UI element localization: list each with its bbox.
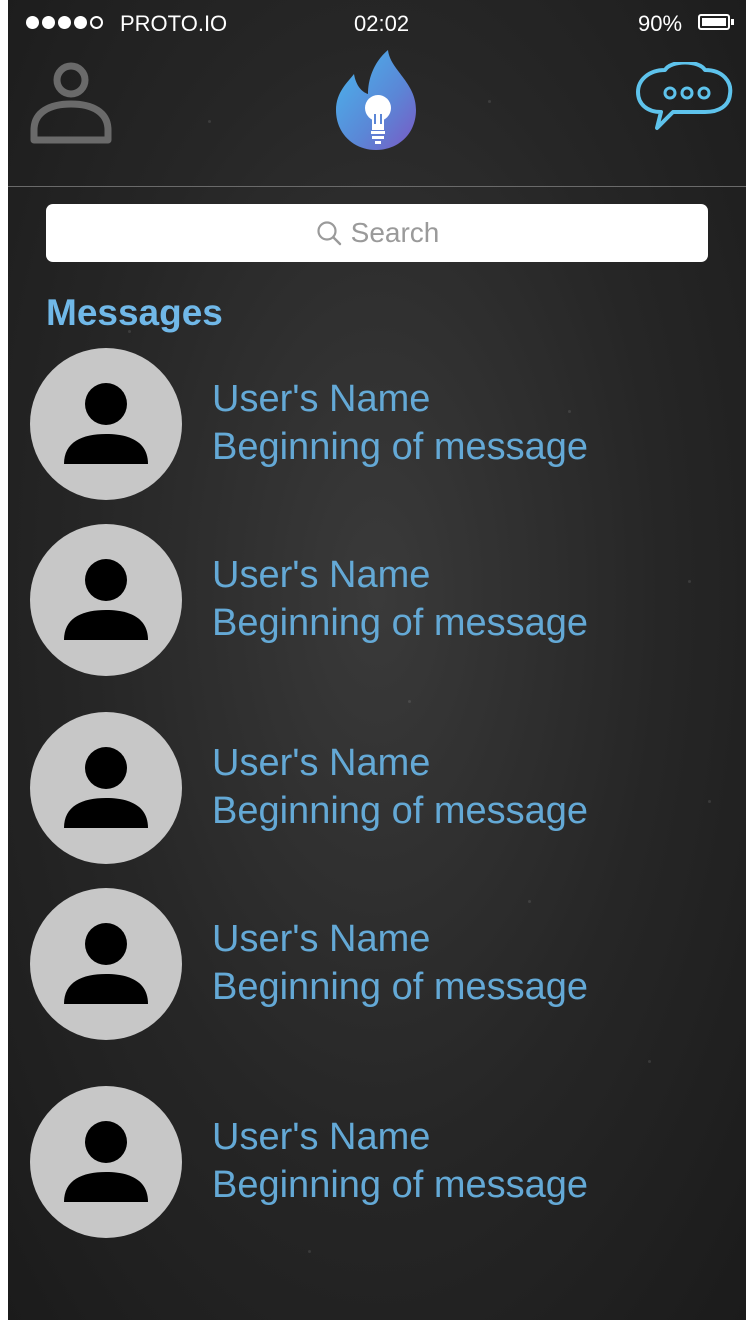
battery-icon <box>698 14 734 30</box>
carrier-name: PROTO.IO <box>120 11 228 36</box>
signal-dot-empty <box>90 16 103 29</box>
signal-dot <box>58 16 71 29</box>
phone-screen: PROTO.IO 02:02 90% Search Messages User'… <box>8 0 746 1320</box>
signal-dot <box>74 16 87 29</box>
avatar <box>30 1086 182 1238</box>
profile-button[interactable] <box>26 56 116 146</box>
user-silhouette-icon <box>64 559 148 640</box>
texture-speck <box>648 1060 651 1063</box>
signal-dot <box>42 16 55 29</box>
flame-lightbulb-logo-icon <box>336 50 416 150</box>
message-sender-name: User's Name <box>212 378 431 420</box>
message-preview: Beginning of message <box>212 790 589 832</box>
app-logo <box>330 48 422 152</box>
message-sender-name: User's Name <box>212 742 431 784</box>
status-bar: PROTO.IO 02:02 90% <box>8 0 746 48</box>
chat-button[interactable] <box>635 60 735 138</box>
signal-dot <box>26 16 39 29</box>
page-title: Messages <box>46 292 223 333</box>
texture-speck <box>308 1250 311 1253</box>
user-silhouette-icon <box>64 383 148 464</box>
texture-speck <box>408 700 411 703</box>
list-item[interactable]: User's Name Beginning of message <box>8 1086 746 1246</box>
message-preview: Beginning of message <box>212 966 589 1008</box>
list-item[interactable]: User's Name Beginning of message <box>8 712 746 872</box>
status-time: 02:02 <box>354 11 410 36</box>
message-sender-name: User's Name <box>212 1116 431 1158</box>
message-preview: Beginning of message <box>212 426 589 468</box>
user-silhouette-icon <box>64 923 148 1004</box>
search-placeholder: Search <box>350 217 440 248</box>
search-input[interactable]: Search <box>46 204 708 262</box>
avatar <box>30 712 182 864</box>
profile-icon <box>30 62 112 144</box>
search-icon <box>317 221 341 246</box>
avatar <box>30 524 182 676</box>
message-sender-name: User's Name <box>212 918 431 960</box>
user-silhouette-icon <box>64 747 148 828</box>
top-nav-bar <box>8 48 746 187</box>
message-sender-name: User's Name <box>212 554 431 596</box>
message-preview: Beginning of message <box>212 602 589 644</box>
battery-percent: 90% <box>638 11 683 36</box>
chat-bubble-icon <box>636 60 733 130</box>
signal-strength-icon <box>26 16 103 29</box>
message-preview: Beginning of message <box>212 1164 589 1206</box>
list-item[interactable]: User's Name Beginning of message <box>8 524 746 684</box>
list-item[interactable]: User's Name Beginning of message <box>8 348 746 508</box>
user-silhouette-icon <box>64 1121 148 1202</box>
list-item[interactable]: User's Name Beginning of message <box>8 888 746 1048</box>
avatar <box>30 888 182 1040</box>
avatar <box>30 348 182 500</box>
